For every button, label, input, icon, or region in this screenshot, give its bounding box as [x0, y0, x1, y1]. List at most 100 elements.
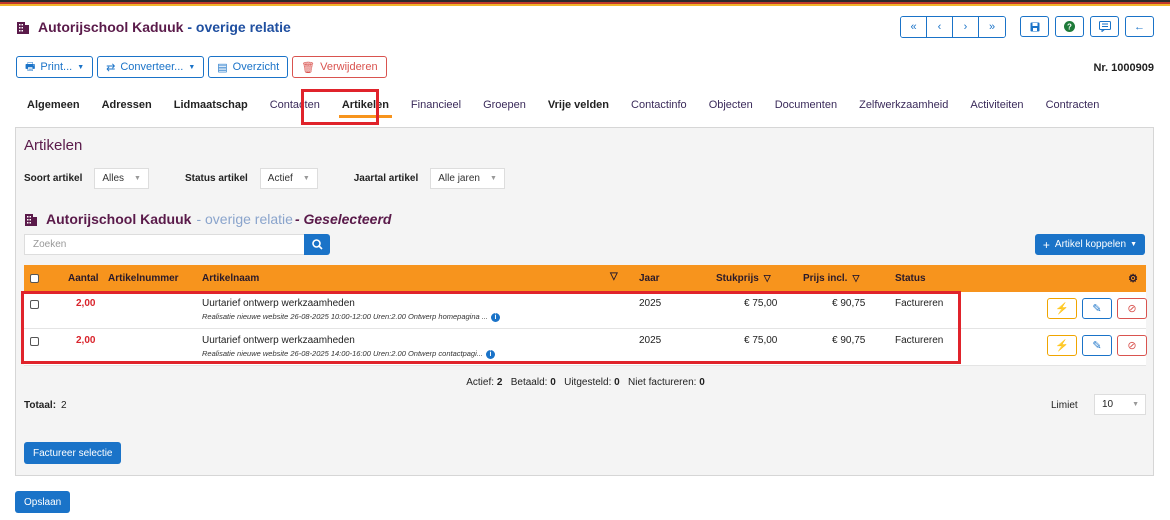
relation-name: Autorijschool Kaduuk	[46, 211, 192, 227]
save-button[interactable]: Opslaan	[15, 491, 71, 513]
search-input[interactable]: Zoeken	[24, 234, 305, 255]
col-artikelnummer[interactable]: Artikelnummer	[108, 273, 179, 284]
lightning-icon: ⚡	[1055, 340, 1069, 352]
tab-bar: Algemeen Adressen Lidmaatschap Contacten…	[16, 92, 1110, 118]
building-icon	[25, 214, 37, 226]
status-artikel-select[interactable]: Actief ▼	[259, 168, 318, 189]
soort-artikel-select[interactable]: Alles ▼	[94, 168, 149, 189]
last-record-button[interactable]: »	[979, 17, 1005, 37]
list-icon: ▤	[217, 61, 228, 74]
limit-select[interactable]: 10 ▼	[1094, 394, 1146, 415]
arrow-left-icon: ←	[1134, 20, 1145, 33]
quick-action-button[interactable]: ⚡	[1047, 335, 1077, 356]
remove-button[interactable]: ⊘	[1117, 298, 1147, 319]
double-chevron-left-icon: «	[910, 21, 917, 33]
toolbar: 🖶 Print... ▼ ⇄ Converteer... ▼ ▤ Overzicht 🗑 V…	[16, 56, 391, 78]
selected-label: - Geselecteerd	[294, 211, 392, 227]
save-header-button[interactable]	[1020, 16, 1049, 37]
double-chevron-right-icon: »	[988, 21, 996, 33]
page-title: Autorijschool Kaduuk - overige relatie	[38, 19, 291, 35]
tab-documenten[interactable]: Documenten	[764, 92, 848, 118]
tab-objecten[interactable]: Objecten	[698, 92, 764, 118]
table-header: Aantal Artikelnummer Artikelnaam ▽ Jaar …	[24, 265, 1146, 292]
funnel-icon[interactable]: ▽	[852, 273, 859, 284]
col-artikelnaam[interactable]: Artikelnaam	[202, 273, 259, 284]
caret-down-icon: ▼	[489, 175, 497, 182]
convert-button[interactable]: ⇄ Converteer... ▼	[97, 56, 205, 78]
caret-down-icon: ▼	[1130, 241, 1137, 248]
jaartal-artikel-select[interactable]: Alle jaren ▼	[430, 168, 505, 189]
help-icon: ?	[1064, 21, 1075, 32]
back-button[interactable]: ←	[1125, 16, 1154, 37]
col-jaar[interactable]: Jaar	[639, 273, 660, 284]
ban-icon: ⊘	[1127, 303, 1137, 315]
col-aantal[interactable]: Aantal	[68, 273, 99, 284]
comment-button[interactable]	[1090, 16, 1119, 37]
edit-button[interactable]: ✎	[1082, 298, 1112, 319]
lightning-icon: ⚡	[1055, 303, 1069, 315]
help-button[interactable]: ?	[1055, 16, 1084, 37]
caret-down-icon: ▼	[1132, 401, 1139, 408]
caret-down-icon: ▼	[134, 175, 141, 182]
filter-bar: Soort artikel Alles ▼ Status artikel Acti…	[24, 168, 541, 189]
col-status[interactable]: Status	[895, 273, 926, 284]
tab-adressen[interactable]: Adressen	[91, 92, 163, 118]
tab-zelfwerkzaamheid[interactable]: Zelfwerkzaamheid	[848, 92, 959, 118]
quick-action-button[interactable]: ⚡	[1047, 298, 1077, 319]
search-icon	[311, 239, 323, 250]
highlight-box-tab	[301, 89, 379, 125]
panel-title: Artikelen	[24, 137, 83, 154]
record-number: Nr. 1000909	[1093, 62, 1154, 74]
relation-subheader: Autorijschool Kaduuk - overige relatie -…	[24, 211, 391, 227]
next-record-button[interactable]: ›	[953, 17, 979, 37]
tab-contactinfo[interactable]: Contactinfo	[620, 92, 698, 118]
tab-lidmaatschap[interactable]: Lidmaatschap	[163, 92, 259, 118]
print-button[interactable]: 🖶 Print... ▼	[16, 56, 94, 78]
ban-icon: ⊘	[1127, 340, 1137, 352]
pencil-icon: ✎	[1092, 340, 1102, 352]
chevron-left-icon: ‹	[937, 21, 942, 33]
first-record-button[interactable]: «	[901, 17, 927, 37]
save-icon	[1030, 22, 1039, 31]
chevron-right-icon: ›	[963, 21, 968, 33]
filter-label-status: Status artikel	[184, 173, 248, 184]
funnel-icon[interactable]: ▽	[764, 273, 771, 284]
printer-icon: 🖶	[25, 60, 36, 73]
plus-icon: +	[1042, 237, 1050, 252]
top-color-bar	[0, 0, 1170, 6]
caret-down-icon: ▼	[302, 175, 310, 182]
select-all-checkbox[interactable]	[30, 274, 39, 283]
svg-text:?: ?	[1067, 23, 1072, 32]
exchange-icon: ⇄	[106, 61, 116, 74]
gear-icon[interactable]: ⚙	[1128, 272, 1138, 285]
page-header: Autorijschool Kaduuk - overige relatie «…	[16, 14, 1154, 40]
artikel-koppelen-button[interactable]: + Artikel koppelen ▼	[1034, 234, 1145, 255]
previous-record-button[interactable]: ‹	[927, 17, 953, 37]
col-stukprijs[interactable]: Stukprijs ▽	[716, 273, 771, 284]
limit-label: Limiet	[1051, 400, 1078, 411]
highlight-box-rows	[21, 291, 961, 364]
filter-label-soort: Soort artikel	[24, 173, 83, 184]
relation-type: - overige relatie	[196, 211, 293, 227]
tab-algemeen[interactable]: Algemeen	[16, 92, 91, 118]
tab-contracten[interactable]: Contracten	[1035, 92, 1111, 118]
total-count: Totaal: 2	[24, 400, 67, 411]
trash-icon: 🗑	[301, 61, 316, 74]
funnel-icon[interactable]: ▽	[610, 271, 618, 282]
overview-button[interactable]: ▤ Overzicht	[208, 56, 289, 78]
edit-button[interactable]: ✎	[1082, 335, 1112, 356]
tab-financieel[interactable]: Financieel	[400, 92, 472, 118]
pencil-icon: ✎	[1092, 303, 1102, 315]
factureer-selectie-button[interactable]: Factureer selectie	[24, 442, 122, 464]
remove-button[interactable]: ⊘	[1117, 335, 1147, 356]
col-prijs-incl[interactable]: Prijs incl. ▽	[803, 273, 859, 284]
filter-label-jaartal: Jaartal artikel	[353, 173, 419, 184]
comment-icon	[1098, 21, 1111, 32]
building-icon	[17, 22, 29, 34]
caret-down-icon: ▼	[77, 63, 85, 71]
tab-groepen[interactable]: Groepen	[472, 92, 537, 118]
delete-button[interactable]: 🗑 Verwijderen	[292, 56, 387, 78]
tab-activiteiten[interactable]: Activiteiten	[959, 92, 1034, 118]
search-button[interactable]	[304, 234, 330, 255]
tab-vrije-velden[interactable]: Vrije velden	[537, 92, 620, 118]
